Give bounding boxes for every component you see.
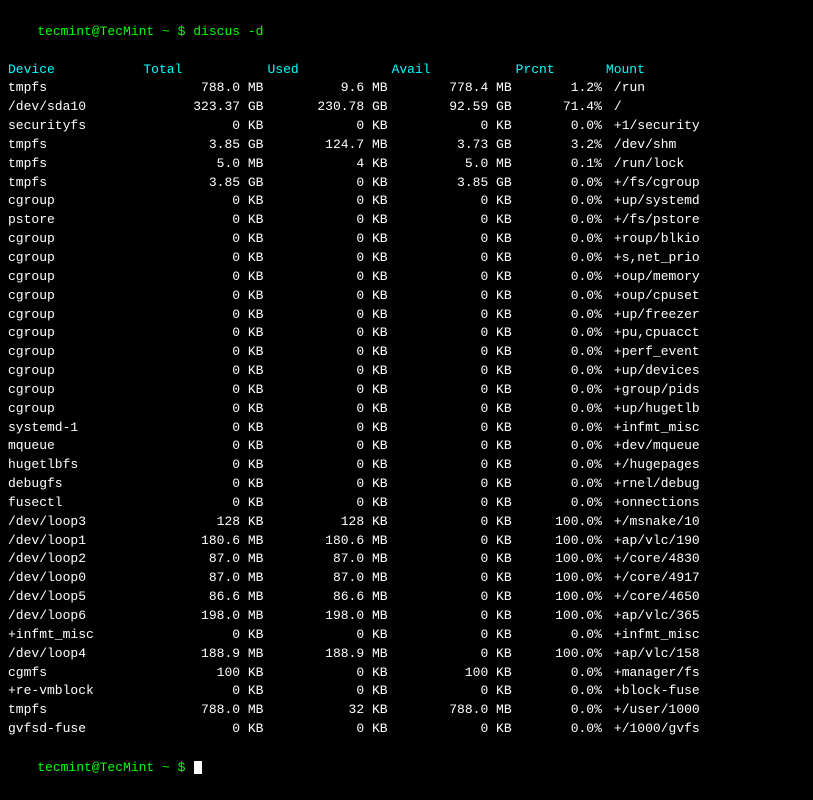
table-row: cgroup0 KB0 KB0 KB0.0%+pu,cpuacct [6, 324, 807, 343]
table-row: tmpfs3.85 GB124.7 MB3.73 GB3.2%/dev/shm [6, 136, 807, 155]
terminal-window: tecmint@TecMint ~ $ discus -d Device Tot… [0, 0, 813, 800]
table-body: tmpfs788.0 MB9.6 MB778.4 MB1.2%/run/dev/… [6, 79, 807, 739]
header-prcnt: Prcnt [514, 61, 604, 80]
table-row: cgroup0 KB0 KB0 KB0.0%+up/freezer [6, 306, 807, 325]
table-row: mqueue0 KB0 KB0 KB0.0%+dev/mqueue [6, 437, 807, 456]
table-row: tmpfs5.0 MB4 KB5.0 MB0.1%/run/lock [6, 155, 807, 174]
header-mount: Mount [604, 61, 807, 80]
prompt-user: tecmint@TecMint ~ $ discus -d [37, 24, 263, 39]
table-row: cgmfs100 KB0 KB100 KB0.0%+manager/fs [6, 664, 807, 683]
top-prompt: tecmint@TecMint ~ $ discus -d [6, 4, 807, 61]
table-row: cgroup0 KB0 KB0 KB0.0%+group/pids [6, 381, 807, 400]
table-row: cgroup0 KB0 KB0 KB0.0%+up/systemd [6, 192, 807, 211]
table-row: /dev/loop1180.6 MB180.6 MB0 KB100.0%+ap/… [6, 532, 807, 551]
table-row: cgroup0 KB0 KB0 KB0.0%+perf_event [6, 343, 807, 362]
table-row: /dev/loop3128 KB128 KB0 KB100.0%+/msnake… [6, 513, 807, 532]
table-row: +re-vmblock0 KB0 KB0 KB0.0%+block-fuse [6, 682, 807, 701]
table-row: cgroup0 KB0 KB0 KB0.0%+oup/memory [6, 268, 807, 287]
table-row: tmpfs788.0 MB9.6 MB778.4 MB1.2%/run [6, 79, 807, 98]
table-row: /dev/sda10323.37 GB230.78 GB92.59 GB71.4… [6, 98, 807, 117]
table-row: tmpfs3.85 GB0 KB3.85 GB0.0%+/fs/cgroup [6, 174, 807, 193]
table-row: cgroup0 KB0 KB0 KB0.0%+roup/blkio [6, 230, 807, 249]
header-total: Total [141, 61, 265, 80]
table-row: hugetlbfs0 KB0 KB0 KB0.0%+/hugepages [6, 456, 807, 475]
table-header: Device Total Used Avail Prcnt Mount [6, 61, 807, 80]
table-row: +infmt_misc0 KB0 KB0 KB0.0%+infmt_misc [6, 626, 807, 645]
table-row: cgroup0 KB0 KB0 KB0.0%+up/devices [6, 362, 807, 381]
table-row: cgroup0 KB0 KB0 KB0.0%+up/hugetlb [6, 400, 807, 419]
disk-table: Device Total Used Avail Prcnt Mount tmpf… [6, 61, 807, 739]
table-row: /dev/loop6198.0 MB198.0 MB0 KB100.0%+ap/… [6, 607, 807, 626]
table-row: tmpfs788.0 MB32 KB788.0 MB0.0%+/user/100… [6, 701, 807, 720]
table-row: /dev/loop287.0 MB87.0 MB0 KB100.0%+/core… [6, 550, 807, 569]
table-row: /dev/loop586.6 MB86.6 MB0 KB100.0%+/core… [6, 588, 807, 607]
bottom-prompt-user: tecmint@TecMint ~ $ [37, 760, 193, 775]
table-row: debugfs0 KB0 KB0 KB0.0%+rnel/debug [6, 475, 807, 494]
table-row: gvfsd-fuse0 KB0 KB0 KB0.0%+/1000/gvfs [6, 720, 807, 739]
table-row: pstore0 KB0 KB0 KB0.0%+/fs/pstore [6, 211, 807, 230]
table-row: securityfs0 KB0 KB0 KB0.0%+1/security [6, 117, 807, 136]
table-row: systemd-10 KB0 KB0 KB0.0%+infmt_misc [6, 419, 807, 438]
header-used: Used [265, 61, 389, 80]
table-row: /dev/loop4188.9 MB188.9 MB0 KB100.0%+ap/… [6, 645, 807, 664]
header-avail: Avail [390, 61, 514, 80]
cursor [194, 761, 202, 774]
table-row: cgroup0 KB0 KB0 KB0.0%+s,net_prio [6, 249, 807, 268]
table-row: fusectl0 KB0 KB0 KB0.0%+onnections [6, 494, 807, 513]
header-device: Device [6, 61, 141, 80]
bottom-prompt: tecmint@TecMint ~ $ [6, 740, 807, 797]
table-row: cgroup0 KB0 KB0 KB0.0%+oup/cpuset [6, 287, 807, 306]
table-row: /dev/loop087.0 MB87.0 MB0 KB100.0%+/core… [6, 569, 807, 588]
